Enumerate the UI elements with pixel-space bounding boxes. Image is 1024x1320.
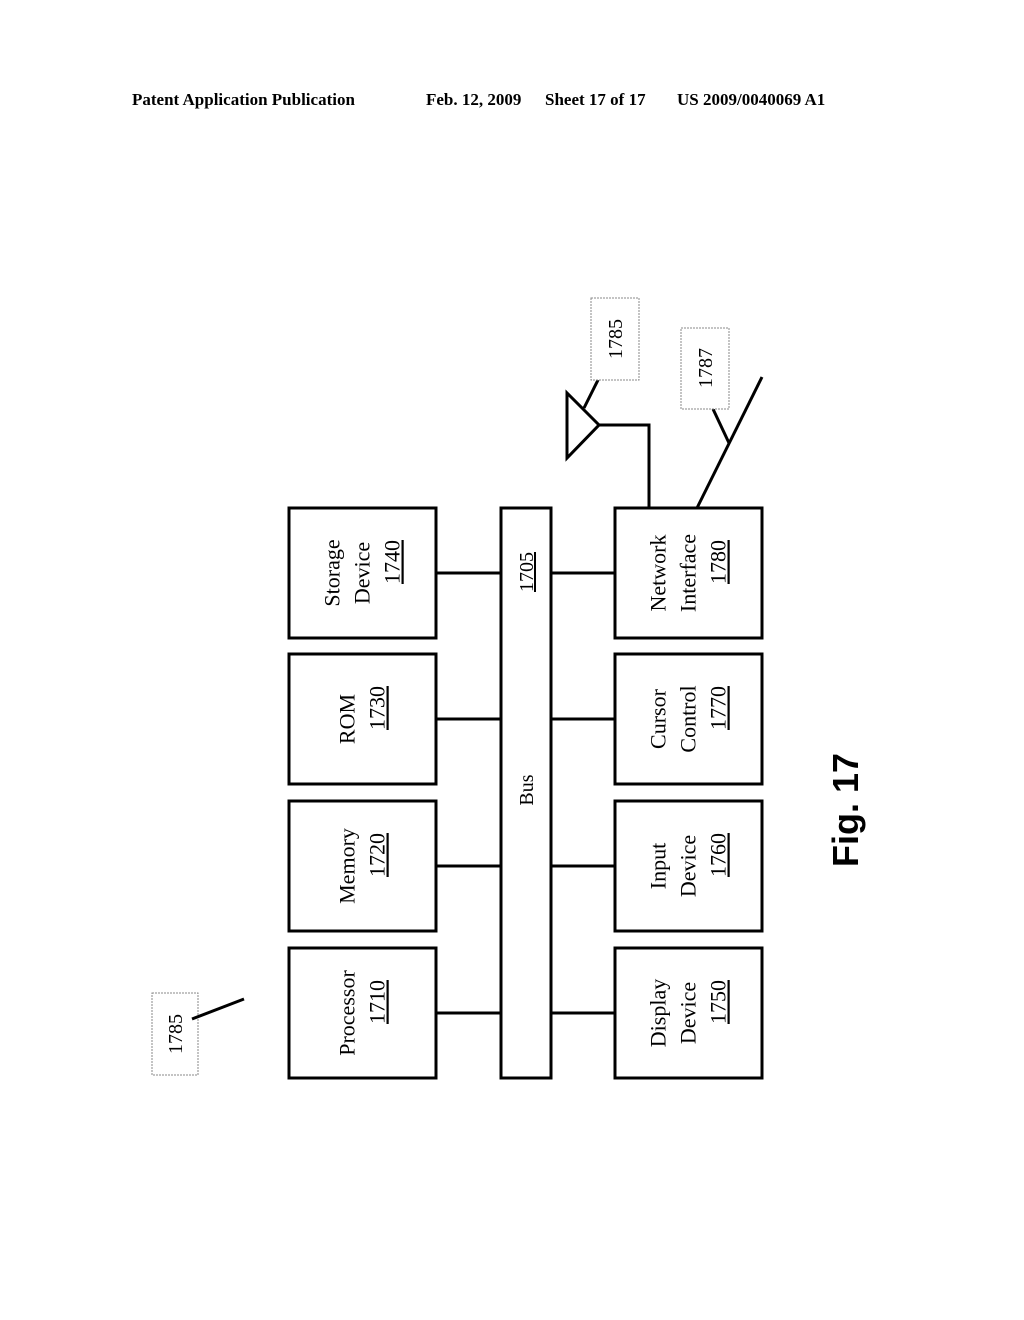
block-rect [287, 946, 438, 1080]
block-rect [287, 652, 438, 786]
block-label: Processor [335, 970, 360, 1056]
block-processor: Processor 1710 [287, 946, 501, 1080]
block-ref: 1770 [706, 686, 731, 730]
block-network-interface: Network Interface 1780 [551, 506, 764, 640]
block-label: Cursor [646, 688, 671, 749]
antenna-leader [582, 379, 600, 409]
block-label: Memory [335, 828, 360, 904]
block-label: Display [646, 979, 671, 1047]
antenna-icon [565, 389, 602, 462]
bus: Bus 1705 [499, 506, 553, 1080]
block-ref: 1730 [365, 686, 390, 730]
bus-label: Bus [516, 774, 538, 805]
antenna: 1785 [565, 297, 651, 508]
block-rom: ROM 1730 [287, 652, 501, 786]
system-callout: 1785 [151, 992, 245, 1076]
block-label: Device [350, 542, 375, 604]
block-ref: 1760 [706, 833, 731, 877]
block-label: Device [676, 982, 701, 1044]
bus-ref: 1705 [516, 552, 538, 592]
network-connection: 1787 [680, 327, 764, 509]
block-label: Storage [320, 539, 345, 606]
block-storage-device: Storage Device 1740 [287, 506, 501, 640]
block-memory: Memory 1720 [287, 799, 501, 933]
right-blocks: Display Device 1750Input Device 1760Cursor Co… [551, 506, 764, 1080]
block-ref: 1720 [365, 833, 390, 877]
callout-system-ref: 1785 [165, 1014, 187, 1054]
block-ref: 1750 [706, 980, 731, 1024]
callout-antenna-ref: 1785 [605, 319, 627, 359]
block-label: Device [676, 835, 701, 897]
block-rect [287, 799, 438, 933]
block-ref: 1710 [365, 980, 390, 1024]
block-input-device: Input Device 1760 [551, 799, 764, 933]
network-leader [711, 408, 731, 444]
block-label: Network [646, 535, 671, 612]
block-label: Interface [676, 534, 701, 612]
system-leader [191, 997, 245, 1021]
block-label: Input [646, 843, 671, 889]
block-diagram: Bus 1705 Processor 1710Memory 1720ROM 1730S… [151, 297, 866, 1080]
block-label: ROM [335, 694, 360, 744]
block-cursor-control: Cursor Control 1770 [551, 652, 764, 786]
callout-network-ref: 1787 [695, 348, 717, 388]
left-blocks: Processor 1710Memory 1720ROM 1730Storage Dev… [287, 506, 501, 1080]
block-display-device: Display Device 1750 [551, 946, 764, 1080]
figure-label: Fig. 17 [825, 753, 866, 867]
block-label: Control [676, 685, 701, 752]
block-ref: 1740 [380, 540, 405, 584]
block-ref: 1780 [706, 540, 731, 584]
antenna-wire [599, 423, 651, 508]
